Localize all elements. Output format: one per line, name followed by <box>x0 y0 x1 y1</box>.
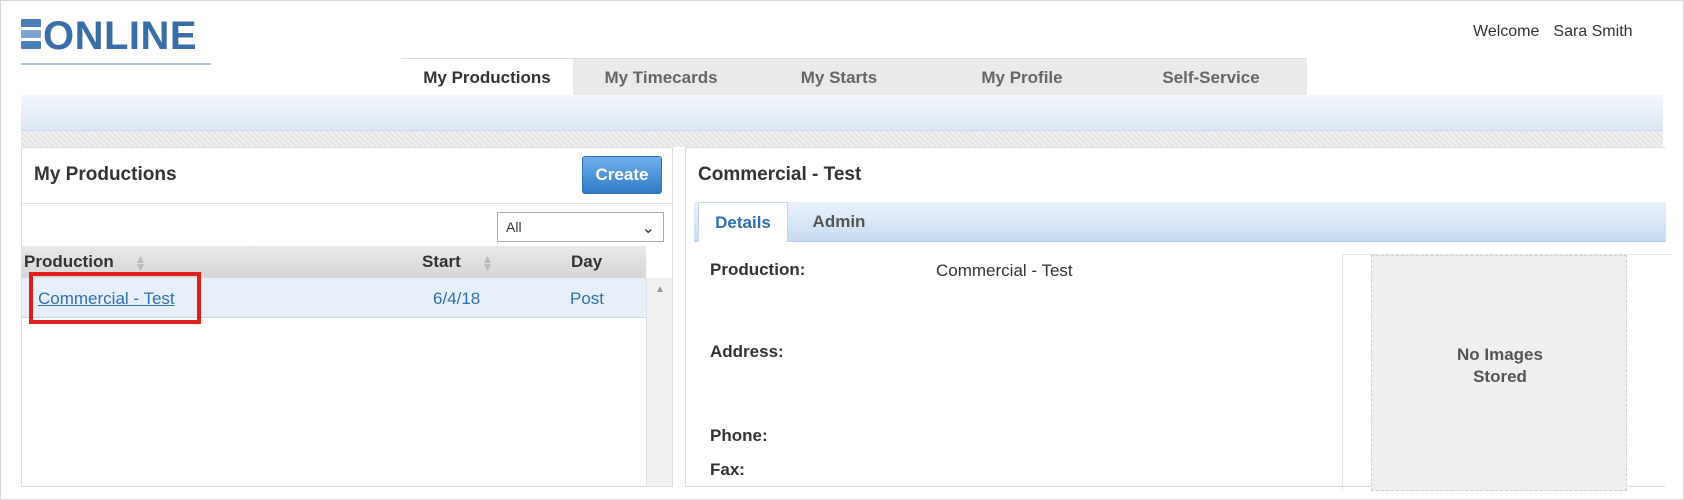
fax-field-label: Fax: <box>710 460 745 479</box>
app-logo[interactable]: ONLINE <box>21 14 211 65</box>
productions-panel-title: My Productions <box>34 164 177 185</box>
top-navigation: My Productions My Timecards My Starts My… <box>401 58 1307 97</box>
column-production-label: Production <box>24 252 114 271</box>
production-field-value: Commercial - Test <box>936 261 1073 280</box>
user-name[interactable]: Sara Smith <box>1553 23 1632 40</box>
sort-arrows-icon[interactable]: ▲ ▼ <box>134 253 146 273</box>
tab-admin[interactable]: Admin <box>804 202 874 242</box>
production-details-panel: Commercial - Test Details Admin Producti… <box>685 147 1672 491</box>
logo-underline <box>21 63 211 65</box>
scroll-up-arrow-icon[interactable]: ▲ <box>655 284 665 295</box>
production-field-label: Production: <box>710 260 806 279</box>
column-header-day[interactable]: Day <box>571 252 602 272</box>
no-images-line-1: No Images <box>1457 345 1543 364</box>
phone-field-label: Phone: <box>710 426 768 445</box>
header-stripe <box>21 131 1663 147</box>
app-window: ONLINE Welcome Sara Smith My Productions … <box>0 0 1684 500</box>
images-area: No Images Stored <box>1342 254 1672 491</box>
logo-mark-icon <box>21 19 41 49</box>
chevron-down-icon: ⌄ <box>641 220 655 237</box>
details-tab-bar: Details Admin <box>694 202 1666 242</box>
column-header-start[interactable]: Start ▲ ▼ <box>422 252 493 273</box>
nav-tab-my-productions[interactable]: My Productions <box>401 59 573 97</box>
table-row[interactable]: Commercial - Test 6/4/18 Post <box>22 278 646 318</box>
nav-tab-my-profile[interactable]: My Profile <box>929 59 1115 97</box>
column-day-label: Day <box>571 252 603 271</box>
no-images-text: No Images Stored <box>1372 344 1628 388</box>
image-placeholder[interactable]: No Images Stored <box>1371 255 1627 491</box>
productions-grid-header: Production ▲ ▼ Start ▲ ▼ Day <box>22 246 646 278</box>
row-start-date: 6/4/18 <box>433 289 481 308</box>
nav-tab-self-service[interactable]: Self-Service <box>1115 59 1307 97</box>
no-images-line-2: Stored <box>1473 367 1527 386</box>
column-header-production[interactable]: Production ▲ ▼ <box>24 252 146 273</box>
header-band <box>21 95 1663 131</box>
production-filter-select[interactable]: All ⌄ <box>497 212 664 242</box>
tab-details[interactable]: Details <box>698 202 788 242</box>
productions-panel-header: My Productions Create <box>22 148 672 204</box>
welcome-message: Welcome Sara Smith <box>1473 23 1663 41</box>
productions-panel: My Productions Create All ⌄ Production ▲… <box>21 147 673 487</box>
details-panel-title: Commercial - Test <box>698 164 862 185</box>
sort-arrows-icon[interactable]: ▲ ▼ <box>481 253 493 273</box>
grid-scrollbar[interactable]: ▲ <box>646 278 672 486</box>
logo-text: ONLINE <box>43 14 198 58</box>
nav-tab-my-timecards[interactable]: My Timecards <box>573 59 749 97</box>
welcome-label: Welcome <box>1473 23 1540 40</box>
address-field-label: Address: <box>710 342 784 361</box>
create-button[interactable]: Create <box>582 156 662 194</box>
row-day: Post <box>570 289 605 308</box>
column-start-label: Start <box>422 252 461 271</box>
production-link[interactable]: Commercial - Test <box>38 289 175 309</box>
filter-selected-value: All <box>506 219 522 235</box>
nav-tab-my-starts[interactable]: My Starts <box>749 59 929 97</box>
